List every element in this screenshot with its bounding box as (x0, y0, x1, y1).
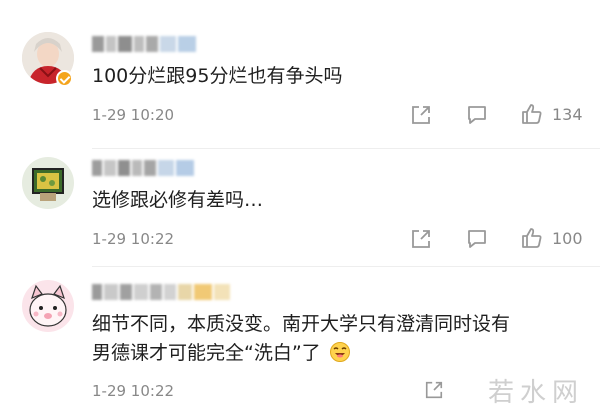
comment-item: 100分烂跟95分烂也有争头吗 1-29 10:20 134 (0, 0, 600, 150)
like-icon[interactable] (520, 102, 544, 130)
watermark: 若水网 (487, 378, 584, 408)
comment-icon[interactable] (466, 104, 488, 130)
comment-item: 选修跟必修有差吗… 1-29 10:22 100 (0, 150, 600, 268)
comment-timestamp: 1-29 10:22 (92, 230, 175, 248)
share-icon[interactable] (410, 228, 432, 254)
comment-timestamp: 1-29 10:22 (92, 382, 175, 400)
comment-timestamp: 1-29 10:20 (92, 106, 175, 124)
comment-icon[interactable] (466, 228, 488, 254)
user-avatar-icon (22, 157, 74, 209)
divider (92, 266, 600, 267)
divider (92, 148, 600, 149)
comment-text-line2: 男德课才可能完全“洗白”了 (92, 342, 321, 364)
comment-text: 选修跟必修有差吗… (92, 189, 264, 211)
username-blurred[interactable] (92, 36, 196, 52)
avatar[interactable] (22, 280, 74, 332)
username-blurred[interactable] (92, 284, 230, 300)
comment-text-line: 细节不同，本质没变。南开大学只有澄清同时设有 (92, 313, 511, 335)
verified-badge-icon (56, 70, 73, 87)
user-avatar-icon (22, 280, 74, 332)
avatar[interactable] (22, 157, 74, 209)
laughing-emoji-icon (329, 341, 351, 372)
share-icon[interactable] (410, 104, 432, 130)
like-icon[interactable] (520, 226, 544, 254)
like-count: 134 (552, 105, 583, 124)
username-blurred[interactable] (92, 160, 194, 176)
comment-text-line: 男德课才可能完全“洗白”了 (92, 339, 351, 372)
share-icon[interactable] (424, 380, 444, 404)
like-count: 100 (552, 229, 583, 248)
comment-text: 100分烂跟95分烂也有争头吗 (92, 65, 343, 87)
